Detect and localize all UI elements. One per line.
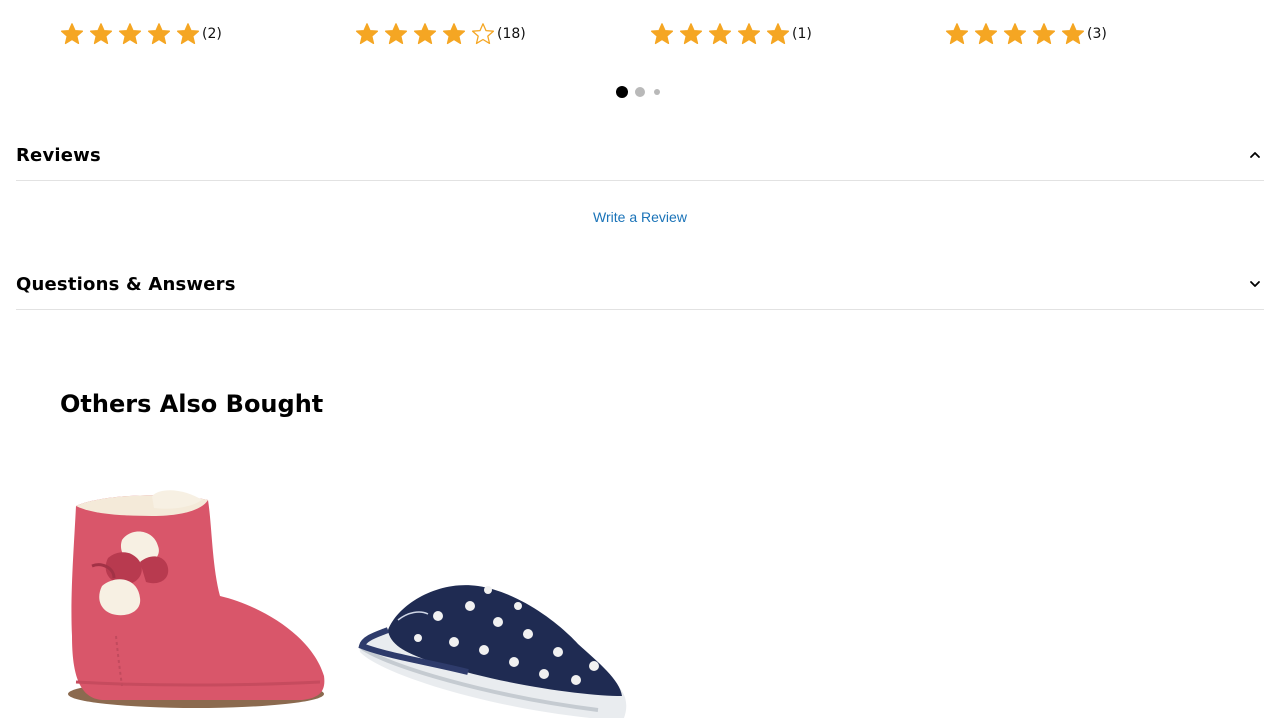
questions-accordion-header[interactable]: Questions & Answers [16, 259, 1264, 310]
rating-1[interactable]: (2) [60, 20, 222, 48]
star-filled-icon [974, 22, 998, 46]
star-filled-icon [650, 22, 674, 46]
write-review-container: Write a Review [0, 209, 1280, 227]
star-filled-icon [708, 22, 732, 46]
rating-count: (18) [497, 26, 526, 42]
star-rating [650, 22, 795, 46]
rating-count: (2) [202, 26, 222, 42]
star-filled-icon [413, 22, 437, 46]
carousel-pagination [0, 86, 1280, 98]
star-filled-icon [679, 22, 703, 46]
carousel-dot-1[interactable] [616, 86, 628, 98]
star-filled-icon [442, 22, 466, 46]
star-filled-icon [118, 22, 142, 46]
star-filled-icon [737, 22, 761, 46]
star-rating [945, 22, 1090, 46]
rating-4[interactable]: (3) [945, 20, 1107, 48]
product-ratings-row: (2) (18) (1) (3) [0, 20, 1280, 50]
chevron-down-icon[interactable] [1248, 277, 1262, 291]
navy-slipper-image[interactable] [358, 576, 630, 720]
carousel-dot-2[interactable] [635, 87, 645, 97]
rating-3[interactable]: (1) [650, 20, 812, 48]
star-empty-icon [471, 22, 495, 46]
others-also-bought-title: Others Also Bought [60, 390, 324, 418]
star-rating [355, 22, 500, 46]
questions-title: Questions & Answers [16, 273, 236, 295]
reviews-accordion-header[interactable]: Reviews [16, 130, 1264, 181]
star-filled-icon [355, 22, 379, 46]
star-filled-icon [147, 22, 171, 46]
star-filled-icon [1003, 22, 1027, 46]
reviews-title: Reviews [16, 144, 101, 166]
rating-count: (1) [792, 26, 812, 42]
pink-boot-image[interactable] [62, 486, 330, 720]
rating-count: (3) [1087, 26, 1107, 42]
star-filled-icon [176, 22, 200, 46]
star-filled-icon [766, 22, 790, 46]
star-filled-icon [60, 22, 84, 46]
rating-2[interactable]: (18) [355, 20, 526, 48]
star-filled-icon [89, 22, 113, 46]
star-filled-icon [384, 22, 408, 46]
star-rating [60, 22, 205, 46]
write-review-link[interactable]: Write a Review [593, 209, 687, 225]
product-card-1[interactable] [62, 486, 330, 720]
product-card-2[interactable] [358, 576, 630, 720]
carousel-dot-3[interactable] [654, 89, 660, 95]
star-filled-icon [1032, 22, 1056, 46]
star-filled-icon [1061, 22, 1085, 46]
star-filled-icon [945, 22, 969, 46]
chevron-up-icon[interactable] [1248, 148, 1262, 162]
